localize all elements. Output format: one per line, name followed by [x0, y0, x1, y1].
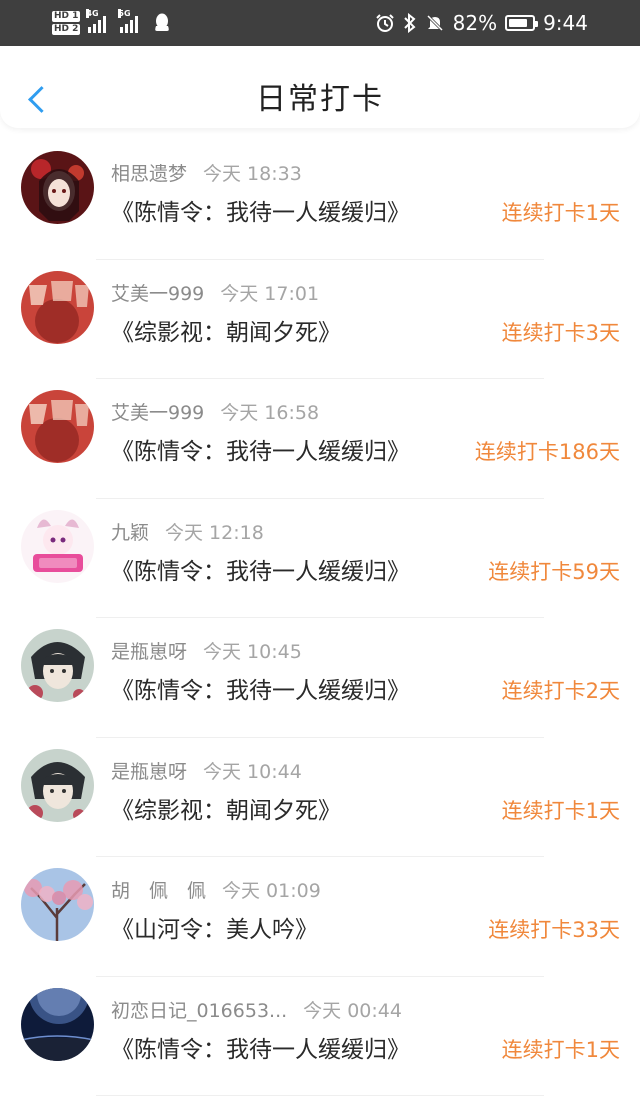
user-line: 艾美一999 今天 16:58 — [111, 398, 319, 425]
avatar[interactable] — [21, 629, 94, 702]
book-title[interactable]: 《陈情令：我待一人缓缓归》 — [111, 193, 410, 227]
mute-icon — [425, 13, 445, 33]
clock: 9:44 — [543, 11, 588, 35]
status-right: 82% 9:44 — [375, 0, 588, 46]
checkin-row[interactable]: 初恋日记_016653... 今天 00:44 《陈情令：我待一人缓缓归》 连续打卡1… — [0, 977, 640, 1096]
checkin-time: 今天 16:58 — [220, 402, 319, 424]
streak-label: 连续打卡59天 — [488, 556, 620, 586]
user-line: 九颖今天 12:18 — [111, 518, 264, 545]
checkin-time: 今天 00:44 — [303, 1000, 402, 1022]
checkin-time: 今天 17:01 — [220, 283, 319, 305]
network-type-2: 5G — [118, 9, 121, 18]
user-name: 胡 佩 佩 — [111, 880, 206, 902]
book-title[interactable]: 《综影视：朝闻夕死》 — [111, 791, 341, 825]
user-line: 相思遗梦今天 18:33 — [111, 159, 302, 186]
hd1-badge: HD 1 — [52, 11, 80, 22]
user-name: 艾美一999 — [111, 283, 204, 305]
user-line: 是瓶崽呀今天 10:44 — [111, 757, 302, 784]
user-name: 是瓶崽呀 — [111, 641, 187, 663]
page-title: 日常打卡 — [0, 74, 640, 118]
avatar[interactable] — [21, 390, 94, 463]
user-line: 初恋日记_016653... 今天 00:44 — [111, 996, 402, 1023]
streak-label: 连续打卡2天 — [502, 675, 620, 705]
streak-label: 连续打卡186天 — [475, 436, 620, 466]
checkin-row[interactable]: 艾美一999 今天 17:01 《综影视：朝闻夕死》 连续打卡3天 — [0, 260, 640, 380]
streak-label: 连续打卡33天 — [488, 914, 620, 944]
hd2-badge: HD 2 — [52, 24, 80, 35]
network-type-1: 4G — [86, 9, 89, 18]
user-name: 艾美一999 — [111, 402, 204, 424]
network-indicators: HD 1 HD 2 4G 5G — [52, 7, 172, 39]
status-bar: HD 1 HD 2 4G 5G 82% 9 — [0, 0, 640, 46]
checkin-row[interactable]: 九颖今天 12:18 《陈情令：我待一人缓缓归》 连续打卡59天 — [0, 499, 640, 619]
checkin-list: 相思遗梦今天 18:33《陈情令：我待一人缓缓归》连续打卡1天艾美一999今天 … — [0, 140, 640, 1096]
bluetooth-icon — [403, 13, 417, 33]
checkin-row[interactable]: 艾美一999 今天 16:58 《陈情令：我待一人缓缓归》 连续打卡186天 — [0, 379, 640, 499]
checkin-row[interactable]: 胡 佩 佩今天 01:09 《山河令：美人吟》 连续打卡33天 — [0, 857, 640, 977]
checkin-row[interactable]: 是瓶崽呀今天 10:45 《陈情令：我待一人缓缓归》 连续打卡2天 — [0, 618, 640, 738]
user-line: 胡 佩 佩今天 01:09 — [111, 876, 321, 903]
avatar[interactable] — [21, 510, 94, 583]
user-line: 是瓶崽呀今天 10:45 — [111, 637, 302, 664]
avatar[interactable] — [21, 271, 94, 344]
book-title[interactable]: 《陈情令：我待一人缓缓归》 — [111, 1030, 410, 1064]
user-name: 相思遗梦 — [111, 163, 187, 185]
app-header: 日常打卡 — [0, 46, 640, 128]
avatar[interactable] — [21, 868, 94, 941]
user-name: 九颖 — [111, 522, 149, 544]
book-title[interactable]: 《综影视：朝闻夕死》 — [111, 313, 341, 347]
avatar[interactable] — [21, 151, 94, 224]
user-name: 是瓶崽呀 — [111, 761, 187, 783]
user-line: 艾美一999 今天 17:01 — [111, 279, 319, 306]
avatar[interactable] — [21, 749, 94, 822]
qq-icon — [152, 12, 172, 34]
signal-2-icon: 5G — [120, 13, 138, 33]
book-title[interactable]: 《陈情令：我待一人缓缓归》 — [111, 552, 410, 586]
checkin-time: 今天 10:45 — [203, 641, 302, 663]
signal-1-icon: 4G — [88, 13, 106, 33]
streak-label: 连续打卡1天 — [502, 795, 620, 825]
checkin-row[interactable]: 是瓶崽呀今天 10:44 《综影视：朝闻夕死》 连续打卡1天 — [0, 738, 640, 858]
book-title[interactable]: 《山河令：美人吟》 — [111, 910, 318, 944]
checkin-time: 今天 10:44 — [203, 761, 302, 783]
checkin-row[interactable]: 相思遗梦今天 18:33 《陈情令：我待一人缓缓归》 连续打卡1天 — [0, 140, 640, 260]
hd-indicators: HD 1 HD 2 — [52, 11, 80, 35]
avatar[interactable] — [21, 988, 94, 1061]
battery-icon — [505, 15, 535, 31]
streak-label: 连续打卡1天 — [502, 197, 620, 227]
alarm-icon — [375, 13, 395, 33]
book-title[interactable]: 《陈情令：我待一人缓缓归》 — [111, 432, 410, 466]
checkin-time: 今天 01:09 — [222, 880, 321, 902]
book-title[interactable]: 《陈情令：我待一人缓缓归》 — [111, 671, 410, 705]
checkin-time: 今天 12:18 — [165, 522, 264, 544]
checkin-time: 今天 18:33 — [203, 163, 302, 185]
user-name: 初恋日记_016653... — [111, 1000, 287, 1022]
streak-label: 连续打卡1天 — [502, 1034, 620, 1064]
battery-percent: 82% — [453, 11, 497, 35]
streak-label: 连续打卡3天 — [502, 317, 620, 347]
